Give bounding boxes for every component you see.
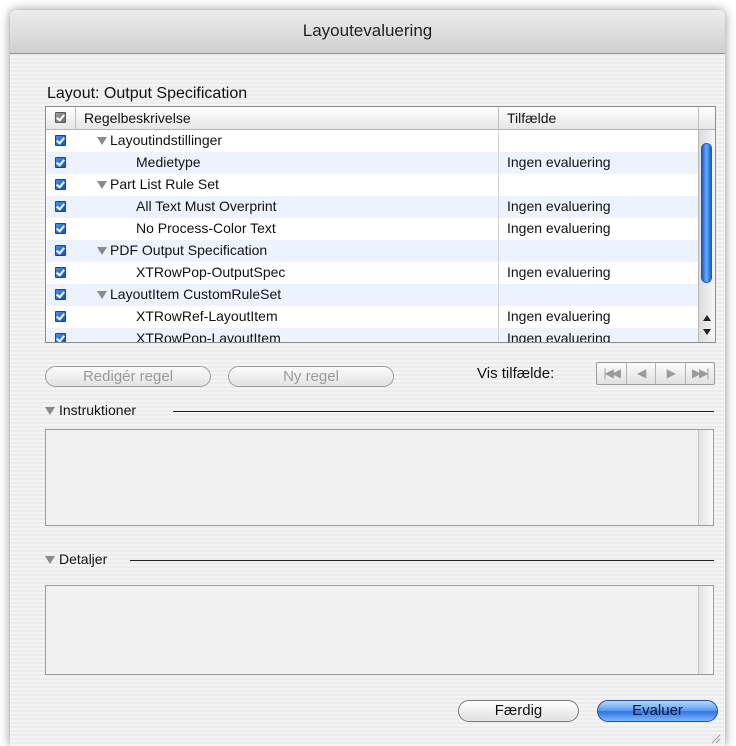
details-heading: Detaljer (59, 551, 108, 567)
table-row[interactable]: Part List Rule Set (46, 174, 698, 196)
case-status: Ingen evaluering (507, 308, 611, 324)
previous-icon: ◀ (637, 366, 646, 380)
disclosure-triangle-icon[interactable] (97, 247, 107, 255)
rule-enabled-checkbox[interactable] (55, 135, 66, 146)
table-row[interactable]: XTRowPop-OutputSpec Ingen evaluering (46, 262, 698, 284)
rules-table: Regelbeskrivelse Tilfælde Layoutindstill… (45, 106, 716, 343)
rule-set-name: PDF Output Specification (110, 242, 268, 258)
instructions-heading: Instruktioner (59, 402, 137, 418)
table-row[interactable]: Medietype Ingen evaluering (46, 152, 698, 174)
table-row[interactable]: No Process-Color Text Ingen evaluering (46, 218, 698, 240)
vertical-scrollbar[interactable] (698, 130, 715, 342)
last-case-button[interactable]: ▶▶| (686, 363, 715, 384)
rule-enabled-checkbox[interactable] (55, 311, 66, 322)
rule-name: XTRowPop-LayoutItem (136, 330, 281, 342)
rule-set-name: LayoutItem CustomRuleSet (110, 286, 282, 302)
disclosure-triangle-icon[interactable] (97, 291, 107, 299)
rule-name: Medietype (136, 154, 201, 170)
rule-name: XTRowRef-LayoutItem (136, 308, 278, 324)
case-status: Ingen evaluering (507, 154, 611, 170)
next-icon: ▶ (666, 366, 676, 380)
title-bar[interactable]: Layoutevaluering (10, 10, 725, 54)
rule-enabled-checkbox[interactable] (55, 157, 66, 168)
window-title: Layoutevaluering (302, 21, 433, 40)
last-icon: ▶▶| (691, 366, 710, 380)
rule-set-name: Layoutindstillinger (110, 132, 223, 148)
instructions-section-toggle[interactable]: Instruktioner (45, 402, 136, 418)
show-cases-label: Vis tilfælde: (477, 365, 555, 382)
disclosure-triangle-icon (45, 407, 55, 416)
layout-evaluation-dialog: Layoutevaluering Layout: Output Specific… (10, 10, 725, 746)
table-header: Regelbeskrivelse Tilfælde (46, 107, 715, 130)
first-case-button[interactable]: |◀◀ (597, 363, 627, 384)
rule-name: XTRowPop-OutputSpec (136, 264, 286, 280)
table-row[interactable]: All Text Must Overprint Ingen evaluering (46, 196, 698, 218)
scroll-up-arrow-icon[interactable] (703, 315, 711, 321)
instructions-text-area[interactable] (45, 429, 714, 526)
case-status: Ingen evaluering (507, 264, 611, 280)
rule-name: All Text Must Overprint (136, 198, 277, 214)
scroll-down-arrow-icon[interactable] (703, 329, 711, 335)
new-rule-button[interactable]: Ny regel (228, 366, 394, 387)
instructions-divider (173, 411, 714, 412)
rule-enabled-checkbox[interactable] (55, 179, 66, 190)
disclosure-triangle-icon[interactable] (97, 181, 107, 189)
disclosure-triangle-icon[interactable] (97, 137, 107, 145)
table-row[interactable]: XTRowRef-LayoutItem Ingen evaluering (46, 306, 698, 328)
column-header-description[interactable]: Regelbeskrivelse (84, 110, 191, 126)
rule-enabled-checkbox[interactable] (55, 333, 66, 342)
rule-name: No Process-Color Text (136, 220, 276, 236)
table-row[interactable]: LayoutItem CustomRuleSet (46, 284, 698, 306)
table-row[interactable]: XTRowPop-LayoutItem Ingen evaluering (46, 328, 698, 342)
disclosure-triangle-icon (45, 556, 55, 565)
case-navigation: |◀◀ ◀ ▶ ▶▶| (596, 362, 715, 385)
rule-enabled-checkbox[interactable] (55, 223, 66, 234)
instructions-scrollbar[interactable] (698, 430, 713, 525)
next-case-button[interactable]: ▶ (656, 363, 686, 384)
table-row[interactable]: Layoutindstillinger (46, 130, 698, 152)
resize-grip-icon[interactable] (709, 732, 721, 744)
done-button[interactable]: Færdig (458, 700, 579, 722)
case-status: Ingen evaluering (507, 330, 611, 342)
layout-label: Layout: Output Specification (47, 85, 248, 102)
edit-rule-button[interactable]: Redigér regel (45, 366, 211, 387)
details-section-toggle[interactable]: Detaljer (45, 551, 107, 567)
rule-enabled-checkbox[interactable] (55, 201, 66, 212)
case-status: Ingen evaluering (507, 220, 611, 236)
rule-enabled-checkbox[interactable] (55, 245, 66, 256)
rule-enabled-checkbox[interactable] (55, 267, 66, 278)
scroll-thumb[interactable] (701, 143, 712, 283)
first-icon: |◀◀ (603, 366, 621, 380)
previous-case-button[interactable]: ◀ (627, 363, 656, 384)
table-row[interactable]: PDF Output Specification (46, 240, 698, 262)
table-rows: Layoutindstillinger Medietype Ingen evalue… (46, 130, 698, 342)
rule-set-name: Part List Rule Set (110, 176, 219, 192)
column-header-cases[interactable]: Tilfælde (507, 110, 556, 126)
details-text-area[interactable] (45, 585, 714, 675)
rule-enabled-checkbox[interactable] (55, 289, 66, 300)
case-status: Ingen evaluering (507, 198, 611, 214)
evaluate-button[interactable]: Evaluer (597, 700, 718, 722)
details-divider (130, 560, 714, 561)
select-all-checkbox[interactable] (55, 112, 66, 123)
details-scrollbar[interactable] (698, 586, 713, 674)
